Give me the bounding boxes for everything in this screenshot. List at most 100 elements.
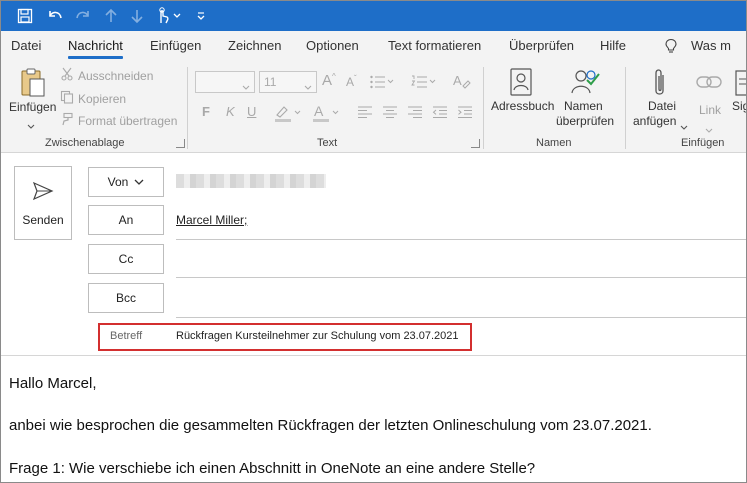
tab-ueberpruefen[interactable]: Überprüfen (509, 38, 574, 53)
bcc-button[interactable]: Bcc (88, 283, 164, 313)
group-separator (187, 67, 188, 149)
message-body[interactable]: Hallo Marcel, anbei wie besprochen die g… (1, 357, 746, 482)
tab-hilfe[interactable]: Hilfe (600, 38, 626, 53)
body-greeting: Hallo Marcel, (9, 375, 97, 392)
check-names-label-line2[interactable]: überprüfen (556, 114, 614, 129)
link-label[interactable]: Link (699, 103, 721, 118)
tell-me-search[interactable]: Was m (691, 38, 731, 53)
lightbulb-icon[interactable] (664, 38, 678, 59)
ribbon: Einfügen Ausschneiden Kopieren Format üb… (1, 61, 746, 153)
arrow-down-icon[interactable] (125, 5, 149, 27)
attach-dropdown-chevron-icon[interactable] (680, 118, 688, 136)
font-size-select[interactable]: 11 (259, 71, 317, 93)
clear-formatting-icon[interactable]: A (453, 73, 471, 94)
align-center-icon[interactable] (382, 105, 398, 124)
paste-label[interactable]: Einfügen (9, 100, 56, 115)
group-separator (625, 67, 626, 149)
compose-header: Senden Von An Marcel Miller; Cc Bcc Betr… (1, 153, 746, 356)
include-group-label: Einfügen (681, 137, 725, 149)
undo-icon[interactable] (43, 5, 67, 27)
from-label: Von (107, 175, 129, 189)
body-question: Frage 1: Wie verschiebe ich einen Abschn… (9, 460, 536, 477)
tab-zeichnen[interactable]: Zeichnen (228, 38, 281, 53)
align-left-icon[interactable] (357, 105, 373, 124)
chevron-down-icon (242, 78, 250, 96)
highlight-icon[interactable] (273, 103, 303, 128)
check-names-icon[interactable] (569, 67, 601, 102)
cc-field-underline (176, 277, 746, 278)
subject-input[interactable]: Rückfragen Kursteilnehmer zur Schulung v… (176, 330, 459, 342)
to-button[interactable]: An (88, 205, 164, 235)
send-label: Senden (22, 213, 64, 227)
bold-icon[interactable]: F (202, 104, 210, 119)
bullets-icon[interactable] (369, 74, 395, 95)
numbering-icon[interactable] (411, 74, 437, 95)
attach-file-label-line2[interactable]: anfügen (633, 114, 676, 129)
decrease-indent-icon[interactable] (432, 105, 448, 124)
address-book-label[interactable]: Adressbuch (491, 99, 554, 114)
group-separator (483, 67, 484, 149)
bcc-field-underline (176, 317, 746, 318)
svg-text:A: A (314, 103, 324, 119)
cut-button[interactable]: Ausschneiden (60, 67, 153, 84)
attach-file-label[interactable]: Datei (648, 99, 676, 114)
underline-icon[interactable]: U (247, 104, 256, 119)
clipboard-group-label: Zwischenablage (45, 137, 125, 149)
tab-datei[interactable]: Datei (11, 38, 41, 53)
tab-optionen[interactable]: Optionen (306, 38, 359, 53)
customize-toolbar-icon[interactable] (191, 5, 211, 27)
quick-access-toolbar (1, 1, 746, 31)
increase-indent-icon[interactable] (457, 105, 473, 124)
scissors-icon (60, 67, 74, 84)
signature-label[interactable]: Sig (732, 99, 746, 114)
format-painter-button[interactable]: Format übertragen (60, 112, 177, 129)
link-icon[interactable] (695, 71, 723, 98)
chevron-down-icon (134, 175, 144, 189)
paste-dropdown-chevron-icon[interactable] (27, 117, 35, 135)
font-name-select[interactable] (195, 71, 255, 93)
redo-icon[interactable] (71, 5, 95, 27)
copy-icon (60, 90, 74, 107)
subject-label: Betreff (110, 330, 143, 342)
signature-icon[interactable] (735, 69, 746, 102)
copy-label: Kopieren (78, 91, 127, 106)
save-icon[interactable] (13, 5, 37, 27)
chevron-down-icon[interactable] (169, 5, 185, 27)
font-size-value: 11 (264, 75, 277, 89)
cut-label: Ausschneiden (78, 68, 154, 83)
copy-button[interactable]: Kopieren (60, 90, 126, 107)
italic-icon[interactable]: K (226, 104, 235, 119)
chevron-down-icon (304, 78, 312, 96)
to-recipient[interactable]: Marcel Miller; (176, 213, 247, 227)
address-book-icon[interactable] (507, 67, 535, 102)
arrow-up-icon[interactable] (99, 5, 123, 27)
shrink-font-icon[interactable]: Aˇ (346, 74, 357, 89)
from-button[interactable]: Von (88, 167, 164, 197)
body-paragraph: anbei wie besprochen die gesammelten Rüc… (9, 417, 652, 434)
format-painter-icon (60, 112, 74, 129)
send-icon (32, 181, 54, 206)
cc-button[interactable]: Cc (88, 244, 164, 274)
align-right-icon[interactable] (407, 105, 423, 124)
outlook-compose-window: Datei Nachricht Einfügen Zeichnen Option… (0, 0, 747, 483)
paste-icon[interactable] (19, 67, 47, 104)
font-color-icon[interactable]: A (311, 103, 341, 128)
cc-label: Cc (118, 252, 134, 266)
svg-text:A: A (453, 73, 462, 88)
tab-text-formatieren[interactable]: Text formatieren (388, 38, 481, 53)
to-field-underline (176, 239, 746, 240)
tab-nachricht[interactable]: Nachricht (68, 38, 123, 59)
tab-einfuegen[interactable]: Einfügen (150, 38, 201, 53)
text-group-label: Text (317, 137, 338, 149)
names-group-label: Namen (536, 137, 572, 149)
send-button[interactable]: Senden (14, 166, 72, 240)
clipboard-dialog-launcher-icon[interactable] (176, 139, 185, 148)
ribbon-tabs: Datei Nachricht Einfügen Zeichnen Option… (1, 31, 746, 61)
text-dialog-launcher-icon[interactable] (471, 139, 480, 148)
format-painter-label: Format übertragen (78, 113, 178, 128)
from-account-blurred (176, 174, 326, 188)
to-label: An (118, 213, 134, 227)
bcc-label: Bcc (115, 291, 136, 305)
check-names-label[interactable]: Namen (564, 99, 603, 114)
grow-font-icon[interactable]: A^ (322, 72, 336, 89)
